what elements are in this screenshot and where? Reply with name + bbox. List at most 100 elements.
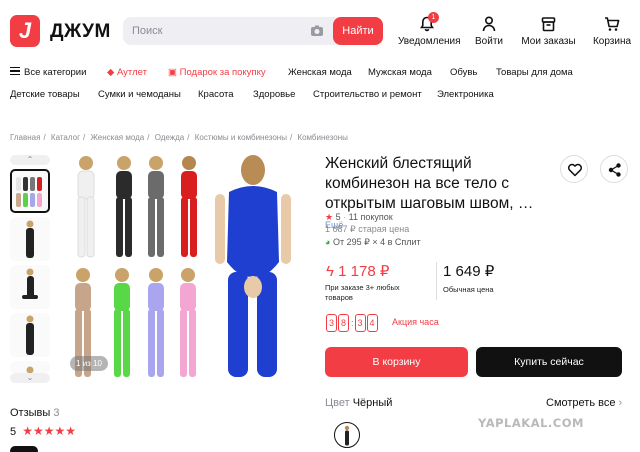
search-input[interactable]: Поиск: [132, 25, 162, 37]
reviews-count: 3: [53, 407, 60, 419]
old-price: 1 687 ₽ старая цена: [325, 224, 410, 234]
product-title-text: Женский блестящий комбинезон на все тело…: [325, 155, 534, 212]
orders-label: Мои заказы: [521, 36, 576, 47]
thumbnail-image: [16, 177, 42, 207]
buy-now-button[interactable]: Купить сейчас: [476, 347, 622, 377]
color-value: Чёрный: [352, 397, 393, 409]
breadcrumb-item[interactable]: Главная: [10, 133, 40, 142]
login-label: Войти: [475, 36, 503, 47]
notification-badge: 1: [428, 12, 439, 23]
review-filter-chip[interactable]: [10, 446, 38, 452]
lightning-icon: ϟ: [326, 263, 334, 280]
split-offer[interactable]: ◕ От 295 ₽ × 4 в Сплит: [325, 237, 421, 248]
thumbnail-image: [26, 220, 34, 258]
watermark: YAPLAKAL.COM: [478, 416, 584, 430]
chevron-right-icon: ›: [618, 397, 623, 409]
rating-value[interactable]: 5: [336, 212, 341, 222]
thumbnail[interactable]: [10, 313, 50, 357]
gift-label: Подарок за покупку: [179, 67, 266, 78]
timer-digit: 8: [338, 314, 349, 332]
header: J ДЖУМ Поиск Найти 1 Уведомления Войти М…: [0, 0, 640, 62]
timer-digit: 3: [326, 314, 337, 332]
favorite-button[interactable]: [560, 155, 588, 183]
split-icon: ◕: [325, 237, 331, 247]
category-beauty[interactable]: Красота: [198, 89, 234, 100]
thumbnail[interactable]: [10, 217, 50, 261]
category-home-goods[interactable]: Товары для дома: [496, 67, 573, 78]
gift-icon: ▣: [168, 67, 177, 78]
cart-icon: [605, 17, 620, 31]
thumbnail-down-arrow[interactable]: ⌄: [10, 373, 50, 383]
stars-icon: ★★★★★: [22, 424, 76, 438]
category-construction[interactable]: Строительство и ремонт: [313, 89, 422, 100]
see-all-label: Смотреть все: [546, 397, 616, 409]
search-bar: Поиск Найти: [123, 17, 383, 45]
breadcrumb-item[interactable]: Костюмы и комбинезоны: [195, 133, 287, 142]
see-all-link[interactable]: Смотреть все ›: [546, 397, 622, 409]
image-counter: 1 из 10: [70, 356, 108, 371]
cart-button[interactable]: Корзина: [592, 16, 632, 47]
gift-link[interactable]: ▣ Подарок за покупку: [168, 67, 266, 78]
category-nav-secondary: Детские товары Сумки и чемоданы Красота …: [10, 89, 630, 103]
product-main-image[interactable]: [65, 152, 315, 382]
star-icon: ★: [325, 212, 334, 222]
orders-icon: [541, 17, 556, 32]
thumbnail-image: [22, 268, 38, 299]
thumbnail-image: [26, 366, 34, 373]
regular-price: 1 649 ₽: [443, 263, 495, 280]
regular-note: Обычная цена: [443, 285, 494, 294]
timer-label: Акция часа: [392, 317, 439, 327]
outlet-link[interactable]: ◆ Аутлет: [107, 67, 147, 78]
deal-timer: 38:34 Акция часа: [326, 313, 439, 332]
category-mens-fashion[interactable]: Мужская мода: [368, 67, 432, 78]
thumbnail-up-arrow[interactable]: ⌃: [10, 155, 50, 165]
category-electronics[interactable]: Электроника: [437, 89, 494, 100]
notifications-label: Уведомления: [398, 36, 461, 47]
menu-icon: [10, 67, 20, 76]
user-icon: [482, 16, 496, 32]
reviews-score: 5: [10, 426, 17, 438]
camera-icon[interactable]: [310, 24, 324, 38]
all-categories-link[interactable]: Все категории: [10, 67, 86, 78]
timer-digit: 3: [354, 314, 366, 332]
color-label-text: Цвет: [325, 397, 350, 409]
promo-price-value: 1 178 ₽: [338, 263, 390, 280]
promo-price: ϟ 1 178 ₽: [326, 262, 389, 280]
swatch-image: [344, 425, 350, 446]
thumbnail-strip: ⌃ ⌄: [10, 155, 50, 385]
category-bags[interactable]: Сумки и чемоданы: [98, 89, 181, 100]
thumbnail[interactable]: [10, 361, 50, 373]
category-womens-fashion[interactable]: Женская мода: [288, 67, 352, 78]
split-offer-text: От 295 ₽ × 4 в Сплит: [332, 237, 421, 247]
search-button[interactable]: Найти: [333, 17, 383, 45]
breadcrumb-item[interactable]: Каталог: [51, 133, 80, 142]
breadcrumb-item[interactable]: Комбинезоны: [297, 133, 347, 142]
thumbnail-image: [26, 315, 34, 355]
login-button[interactable]: Войти: [474, 16, 504, 47]
rating-line: ★ 5 · 11 покупок: [325, 212, 393, 222]
share-button[interactable]: [600, 155, 628, 183]
timer-digit: 4: [366, 314, 378, 332]
orders-button[interactable]: Мои заказы: [521, 16, 576, 47]
breadcrumb-item[interactable]: Одежда: [155, 133, 185, 142]
breadcrumb: Главная / Каталог / Женская мода / Одежда / …: [10, 133, 348, 142]
logo[interactable]: J: [10, 15, 40, 47]
thumbnail[interactable]: [10, 169, 50, 213]
category-kids[interactable]: Детские товары: [10, 89, 80, 100]
reviews-rating: 5 ★★★★★: [10, 424, 76, 438]
notifications-button[interactable]: 1 Уведомления: [398, 12, 461, 47]
add-to-cart-button[interactable]: В корзину: [325, 347, 468, 377]
color-swatch-black[interactable]: [334, 422, 360, 448]
promo-note: При заказе 3+ любых товаров: [325, 283, 400, 302]
reviews-title[interactable]: Отзывы 3: [10, 407, 59, 419]
purchases-count: 11 покупок: [348, 212, 393, 222]
breadcrumb-item[interactable]: Женская мода: [90, 133, 144, 142]
color-label: Цвет Чёрный: [325, 397, 392, 409]
share-icon: [608, 163, 621, 177]
thumbnail[interactable]: [10, 265, 50, 309]
brand-name[interactable]: ДЖУМ: [50, 21, 111, 43]
price-divider: [436, 262, 437, 300]
category-health[interactable]: Здоровье: [253, 89, 295, 100]
category-shoes[interactable]: Обувь: [450, 67, 477, 78]
timer-colon: :: [351, 318, 354, 328]
